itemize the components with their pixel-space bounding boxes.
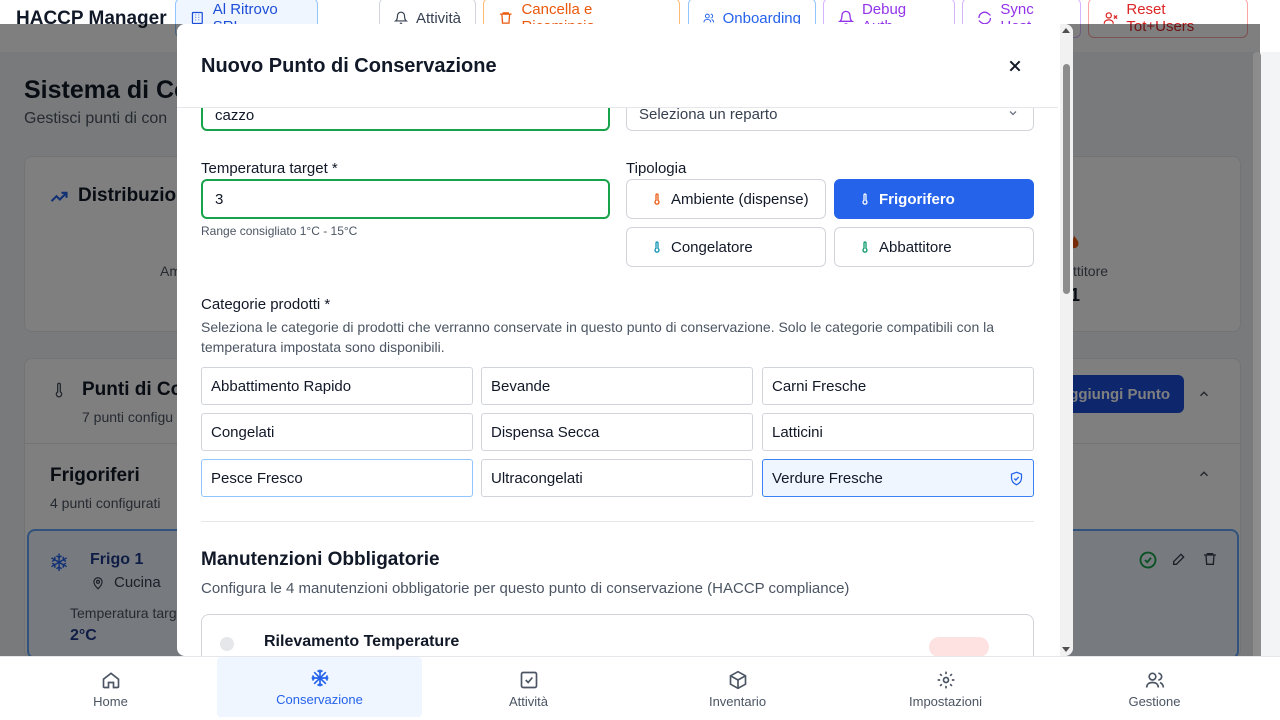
category-label: Dispensa Secca bbox=[491, 423, 600, 441]
nav-impostazioni[interactable]: Impostazioni bbox=[843, 657, 1048, 720]
nav-conservazione[interactable]: Conservazione bbox=[217, 657, 422, 717]
nav-home[interactable]: Home bbox=[8, 657, 213, 720]
modal-header: Nuovo Punto di Conservazione bbox=[177, 24, 1058, 108]
category-label: Latticini bbox=[772, 423, 823, 441]
type-frigorifero-label: Frigorifero bbox=[879, 190, 955, 208]
scroll-up-arrow[interactable] bbox=[1062, 28, 1070, 33]
modal-body: cazzo Seleziona un reparto Temperatura t… bbox=[177, 24, 1058, 656]
package-icon bbox=[729, 670, 746, 689]
category-carni-fresche[interactable]: Carni Fresche bbox=[762, 367, 1034, 405]
reparto-placeholder: Seleziona un reparto bbox=[639, 106, 778, 123]
category-congelati[interactable]: Congelati bbox=[201, 413, 473, 451]
category-label: Pesce Fresco bbox=[211, 469, 303, 487]
shield-check-icon bbox=[1010, 471, 1023, 486]
nav-inventario[interactable]: Inventario bbox=[635, 657, 840, 720]
chevron-down-icon bbox=[1009, 111, 1017, 116]
category-label: Ultracongelati bbox=[491, 469, 583, 487]
categories-label: Categorie prodotti * bbox=[201, 296, 331, 313]
close-icon bbox=[1009, 60, 1021, 72]
type-ambiente-button[interactable]: Ambiente (dispense) bbox=[626, 179, 826, 219]
nav-label: Inventario bbox=[708, 693, 767, 709]
modal-scrollbar[interactable] bbox=[1060, 24, 1073, 656]
temp-hint: Range consigliato 1°C - 15°C bbox=[201, 224, 358, 238]
type-abbattitore-label: Abbattitore bbox=[879, 238, 952, 256]
maintenance-description: Configura le 4 manutenzioni obbligatorie… bbox=[201, 580, 850, 597]
thermometer-icon bbox=[862, 193, 868, 205]
thermometer-icon bbox=[654, 241, 660, 253]
users-icon bbox=[1145, 672, 1164, 688]
category-label: Verdure Fresche bbox=[772, 469, 883, 487]
category-verdure-fresche[interactable]: Verdure Fresche bbox=[762, 459, 1034, 497]
nav-label: Home bbox=[93, 693, 128, 709]
nav-label: Gestione bbox=[1128, 693, 1181, 709]
bottom-navigation: Home Conservazione Attività Inventario I… bbox=[0, 656, 1280, 720]
modal-title: Nuovo Punto di Conservazione bbox=[201, 55, 497, 77]
maintenance-card[interactable]: Rilevamento Temperature bbox=[201, 614, 1034, 656]
home-icon bbox=[102, 671, 119, 688]
category-latticini[interactable]: Latticini bbox=[762, 413, 1034, 451]
category-label: Congelati bbox=[211, 423, 275, 441]
maintenance-first-title: Rilevamento Temperature bbox=[264, 633, 460, 650]
tipologia-label: Tipologia bbox=[626, 160, 687, 177]
modal-scrollbar-thumb[interactable] bbox=[1063, 64, 1070, 294]
nav-attivita[interactable]: Attività bbox=[426, 657, 631, 720]
thermometer-icon bbox=[862, 241, 868, 253]
type-congelatore-button[interactable]: Congelatore bbox=[626, 227, 826, 267]
categories-description: Seleziona le categorie di prodotti che v… bbox=[201, 319, 995, 355]
category-pesce-fresco[interactable]: Pesce Fresco bbox=[201, 459, 473, 497]
type-congelatore-label: Congelatore bbox=[671, 238, 753, 256]
maintenance-title: Manutenzioni Obbligatorie bbox=[201, 549, 440, 570]
temp-input[interactable]: 3 bbox=[201, 179, 610, 219]
temp-label: Temperatura target * bbox=[201, 160, 338, 177]
category-label: Bevande bbox=[491, 377, 551, 395]
name-value: cazzo bbox=[215, 107, 255, 124]
new-conservation-point-modal: cazzo Seleziona un reparto Temperatura t… bbox=[177, 24, 1073, 656]
nav-label: Impostazioni bbox=[909, 693, 982, 709]
snowflake-icon bbox=[311, 669, 328, 686]
scroll-down-arrow[interactable] bbox=[1062, 647, 1070, 652]
page-scrollbar[interactable] bbox=[1250, 24, 1280, 662]
type-ambiente-label: Ambiente (dispense) bbox=[671, 190, 809, 208]
thermometer-icon bbox=[654, 193, 660, 205]
section-divider bbox=[201, 521, 1034, 522]
type-abbattitore-button[interactable]: Abbattitore bbox=[834, 227, 1034, 267]
checkbox-icon bbox=[520, 671, 537, 688]
gear-icon bbox=[937, 671, 954, 688]
category-abbattimento-rapido[interactable]: Abbattimento Rapido bbox=[201, 367, 473, 405]
close-button[interactable] bbox=[1003, 54, 1027, 78]
maintenance-badge bbox=[929, 637, 989, 656]
category-bevande[interactable]: Bevande bbox=[481, 367, 753, 405]
maintenance-icon bbox=[220, 637, 234, 651]
type-frigorifero-button[interactable]: Frigorifero bbox=[834, 179, 1034, 219]
category-dispensa-secca[interactable]: Dispensa Secca bbox=[481, 413, 753, 451]
nav-label: Attività bbox=[508, 693, 548, 709]
nav-gestione[interactable]: Gestione bbox=[1052, 657, 1257, 720]
category-label: Abbattimento Rapido bbox=[211, 377, 352, 395]
temp-value: 3 bbox=[215, 190, 224, 208]
category-label: Carni Fresche bbox=[772, 377, 867, 395]
page-scrollbar-thumb[interactable] bbox=[1253, 52, 1261, 662]
category-ultracongelati[interactable]: Ultracongelati bbox=[481, 459, 753, 497]
nav-label: Conservazione bbox=[276, 691, 363, 707]
